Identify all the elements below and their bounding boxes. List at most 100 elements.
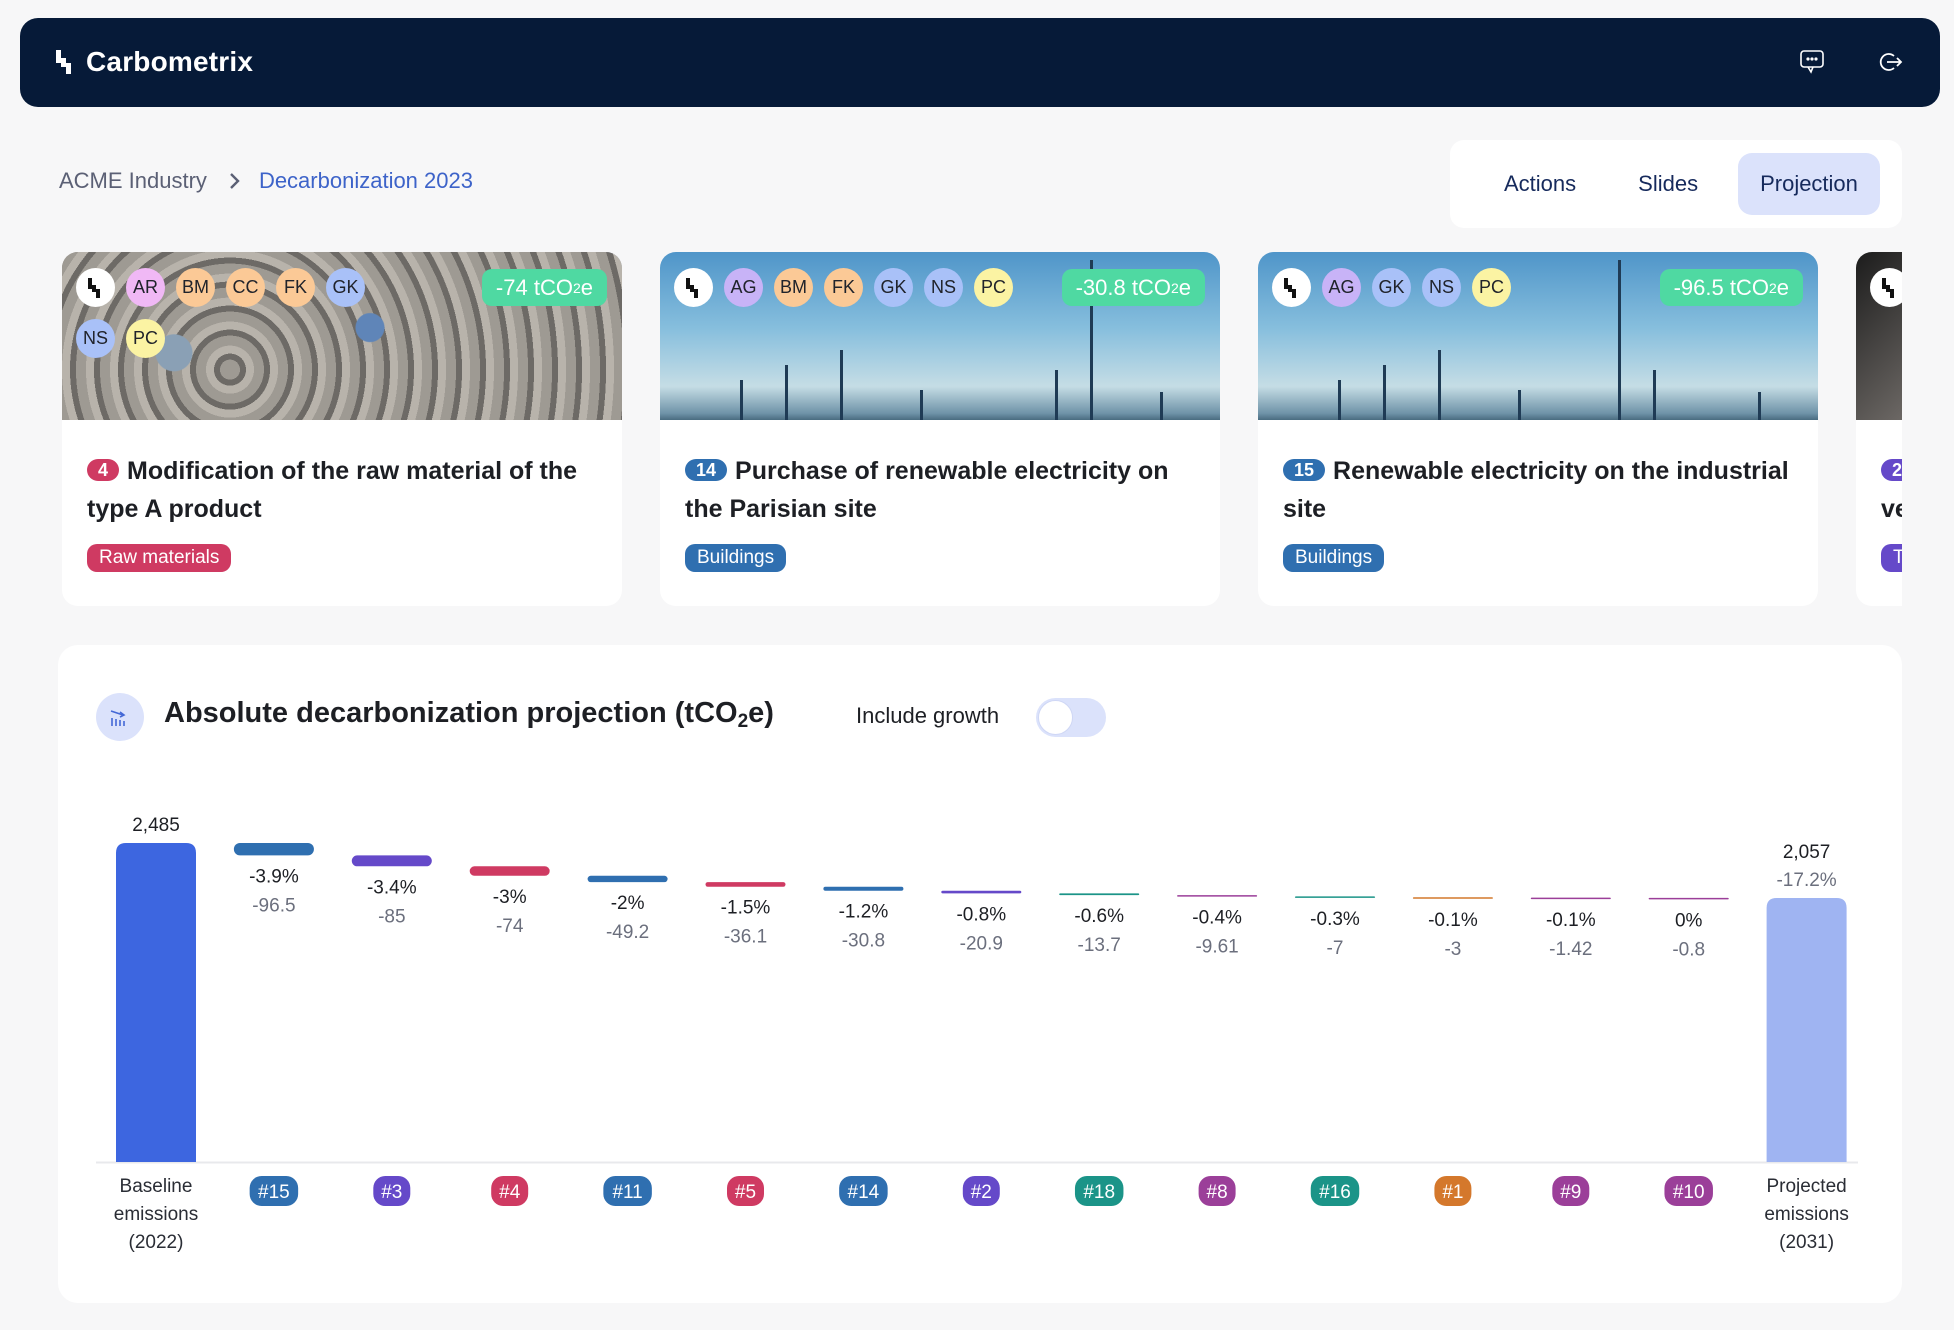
carbometrix-badge-icon: [674, 268, 713, 307]
data-label: 2,057: [1783, 842, 1831, 863]
avatar: AG: [724, 268, 763, 307]
category-badge: Raw materials: [87, 544, 232, 572]
tick-label: Projected: [1766, 1176, 1846, 1197]
category-badge: Buildings: [685, 544, 787, 572]
tab-actions[interactable]: Actions: [1482, 153, 1598, 215]
action-card[interactable]: AR BM CC FK GK NS PC -74 tCO 2 e 4 Modifica…: [62, 252, 622, 606]
value-label: -0.8: [1672, 939, 1705, 960]
action-number: 14: [685, 459, 728, 481]
avatar: NS: [76, 319, 115, 358]
bar-step: [1177, 895, 1258, 897]
avatar: FK: [276, 268, 315, 307]
bar-step: [1648, 897, 1729, 900]
logout-icon[interactable]: [1876, 48, 1904, 76]
avatar: FK: [824, 268, 863, 307]
action-pill-label: #9: [1560, 1182, 1581, 1203]
avatar: BM: [774, 268, 813, 307]
tab-projection[interactable]: Projection: [1738, 153, 1880, 215]
card-title: 2 ve: [1881, 452, 1902, 528]
contributors: AG GK NS PC: [1272, 268, 1652, 307]
chevron-right-icon: [229, 172, 241, 190]
action-cards: AR BM CC FK GK NS PC -74 tCO 2 e 4 Modifica…: [62, 252, 1902, 606]
action-card[interactable]: AG GK NS PC -96.5 tCO 2 e 15 Renewable elec…: [1258, 252, 1818, 606]
action-pill-label: #4: [499, 1182, 521, 1203]
action-number: 2: [1881, 459, 1902, 481]
bar-step: [941, 890, 1022, 894]
category-badge: Buildings: [1283, 544, 1385, 572]
breadcrumb-root[interactable]: ACME Industry: [59, 168, 207, 194]
bar-step: [705, 882, 786, 887]
bar-step: [1295, 896, 1375, 898]
action-number: 15: [1283, 459, 1326, 481]
action-pill-label: #5: [735, 1182, 756, 1203]
brand[interactable]: Carbometrix: [56, 46, 253, 78]
action-pill-label: #14: [848, 1182, 880, 1203]
waterfall-chart: 2,485 Baseline emissions (2022) -3.9% -96.5 #1…: [96, 815, 1858, 1253]
carbometrix-badge-icon: [1870, 268, 1902, 307]
value-label: -96.5: [252, 895, 295, 916]
avatar: PC: [126, 319, 165, 358]
carbometrix-logo-icon: [56, 50, 76, 74]
value-label: -9.61: [1195, 937, 1238, 958]
value-label: -74: [496, 916, 524, 937]
category-badge: T: [1881, 544, 1902, 572]
pct-label: -3.4%: [367, 877, 417, 898]
avatar: NS: [1422, 268, 1461, 307]
card-title: 14 Purchase of renewable electricity on t…: [685, 457, 1169, 523]
card-title: 15 Renewable electricity on the industria…: [1283, 457, 1789, 523]
action-pill-label: #1: [1442, 1182, 1463, 1203]
top-bar: Carbometrix: [20, 18, 1940, 107]
action-pill-label: #10: [1673, 1182, 1705, 1203]
avatar: GK: [326, 268, 365, 307]
avatar: NS: [924, 268, 963, 307]
contributors: [1870, 268, 1902, 307]
tick-label: (2022): [129, 1232, 184, 1253]
tick-label: emissions: [114, 1204, 198, 1225]
view-tabs: Actions Slides Projection: [1450, 140, 1902, 228]
value-label: -20.9: [960, 933, 1003, 954]
pct-label: -3%: [493, 887, 527, 908]
value-label: -7: [1327, 938, 1344, 959]
projection-panel: Absolute decarbonization projection (tCO…: [58, 645, 1902, 1303]
impact-badge: -96.5 tCO 2 e: [1659, 269, 1803, 306]
impact-badge: -74 tCO 2 e: [481, 269, 607, 306]
pct-label: -0.1%: [1428, 910, 1478, 931]
breadcrumb: ACME Industry Decarbonization 2023: [59, 168, 473, 194]
change-label: -17.2%: [1776, 870, 1836, 891]
value-label: -85: [378, 906, 405, 927]
pct-label: -0.8%: [956, 904, 1006, 925]
action-pill-label: #11: [612, 1182, 642, 1203]
pct-label: -1.2%: [839, 902, 889, 923]
pct-label: -2%: [611, 893, 645, 914]
avatar: GK: [874, 268, 913, 307]
contributors: AR BM CC FK GK NS PC: [76, 268, 376, 358]
pct-label: -3.9%: [249, 866, 299, 887]
action-card[interactable]: AG BM FK GK NS PC -30.8 tCO 2 e 14 Purchase…: [660, 252, 1220, 606]
value-label: -3: [1444, 939, 1461, 960]
avatar: PC: [1472, 268, 1511, 307]
tick-label: (2031): [1779, 1232, 1834, 1253]
value-label: -13.7: [1078, 935, 1121, 956]
app-name: Carbometrix: [86, 46, 254, 77]
action-number: 4: [87, 459, 120, 481]
bar-step: [1412, 897, 1493, 899]
action-pill-label: #3: [381, 1182, 402, 1203]
action-card[interactable]: 2 ve T: [1856, 252, 1902, 606]
data-label: 2,485: [132, 815, 180, 836]
impact-badge: -30.8 tCO 2 e: [1061, 269, 1205, 306]
pct-label: -0.1%: [1546, 910, 1596, 931]
avatar: PC: [974, 268, 1013, 307]
breadcrumb-current[interactable]: Decarbonization 2023: [259, 168, 473, 194]
tab-slides[interactable]: Slides: [1616, 153, 1720, 215]
action-pill-label: #2: [971, 1182, 992, 1203]
action-pill-label: #16: [1319, 1182, 1351, 1203]
bar-step: [587, 875, 668, 883]
value-label: -49.2: [606, 922, 649, 943]
bar-step: [1059, 893, 1140, 896]
chat-bubble-icon[interactable]: [1798, 48, 1826, 76]
contributors: AG BM FK GK NS PC: [674, 268, 1054, 307]
bar-step: [823, 886, 904, 891]
action-pill-label: #8: [1207, 1182, 1228, 1203]
avatar: CC: [226, 268, 265, 307]
value-label: -36.1: [724, 927, 767, 948]
